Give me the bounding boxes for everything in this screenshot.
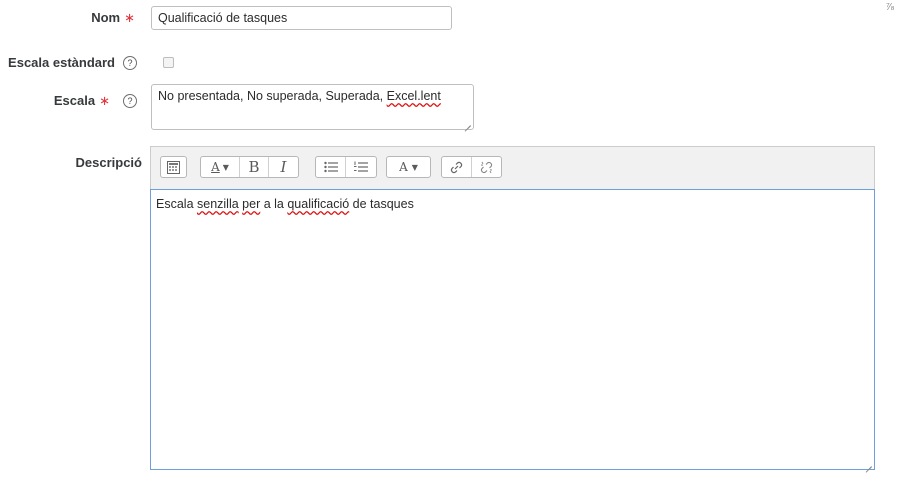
toolbar-toggle-button[interactable] [161, 157, 186, 177]
chevron-down-icon: ▼ [222, 162, 229, 172]
link-button[interactable] [442, 157, 472, 177]
required-icon: ∗ [124, 10, 135, 25]
editor-toolbar: A ▼ B I A ▼ [150, 146, 875, 189]
resize-handle-icon[interactable] [463, 118, 471, 126]
content-text: Escala [156, 197, 197, 211]
toolbar-group-toggle [160, 156, 187, 178]
content-misspelled-word: per [242, 197, 261, 211]
descripcio-content[interactable]: Escala senzilla per a la qualificació de… [150, 189, 875, 470]
chevron-down-icon: ▼ [411, 162, 418, 172]
font-size-icon: A [211, 160, 220, 174]
toolbar-group-color: A ▼ [386, 156, 431, 178]
escala-textarea[interactable]: No presentada, No superada, Superada, Ex… [151, 84, 474, 130]
help-icon[interactable]: ? [123, 56, 137, 70]
resize-handle-icon[interactable] [864, 459, 872, 467]
bold-icon: B [248, 158, 260, 176]
descripcio-editor: A ▼ B I A ▼ Escala senzilla per a la qua… [150, 146, 875, 470]
content-text: de tasques [349, 197, 414, 211]
required-icon: ∗ [99, 93, 110, 108]
toolbar-group-links [441, 156, 502, 178]
italic-button[interactable]: I [269, 157, 298, 177]
toolbar-group-lists [315, 156, 377, 178]
nom-input[interactable]: Qualificació de tasques [151, 6, 452, 30]
descripcio-label: Descripció [75, 155, 142, 170]
unlink-icon [480, 161, 492, 173]
content-misspelled-word: qualificació [287, 197, 350, 211]
paragraph-style-button[interactable]: A ▼ [201, 157, 240, 177]
escala-value: No presentada, No superada, Superada, [158, 89, 387, 103]
nom-label: Nom ∗ [91, 10, 135, 26]
content-misspelled-word: senzilla [197, 197, 239, 211]
nom-input-value: Qualificació de tasques [158, 11, 288, 25]
content-text: a la [260, 197, 288, 211]
escala-label: Escala ∗ [54, 93, 110, 109]
font-color-button[interactable]: A ▼ [387, 157, 430, 177]
unlink-button[interactable] [472, 157, 501, 177]
nom-label-text: Nom [91, 10, 121, 25]
ordered-list-icon [354, 161, 368, 172]
italic-icon: I [280, 158, 287, 176]
link-icon [450, 161, 462, 173]
ordered-list-button[interactable] [346, 157, 376, 177]
escala-value-misspelled: Excel.lent [386, 89, 441, 103]
bold-button[interactable]: B [240, 157, 269, 177]
unordered-list-button[interactable] [316, 157, 346, 177]
toolbar-toggle-icon [167, 160, 180, 174]
escala-label-text: Escala [53, 93, 96, 108]
escala-estandard-checkbox[interactable] [163, 57, 174, 68]
font-color-icon: A [399, 160, 408, 174]
unordered-list-icon [323, 161, 338, 173]
escala-estandard-label: Escala estàndard [8, 55, 115, 70]
corner-mark: ⅞ [885, 2, 894, 13]
toolbar-group-format: A ▼ B I [200, 156, 299, 178]
help-icon[interactable]: ? [123, 94, 137, 108]
